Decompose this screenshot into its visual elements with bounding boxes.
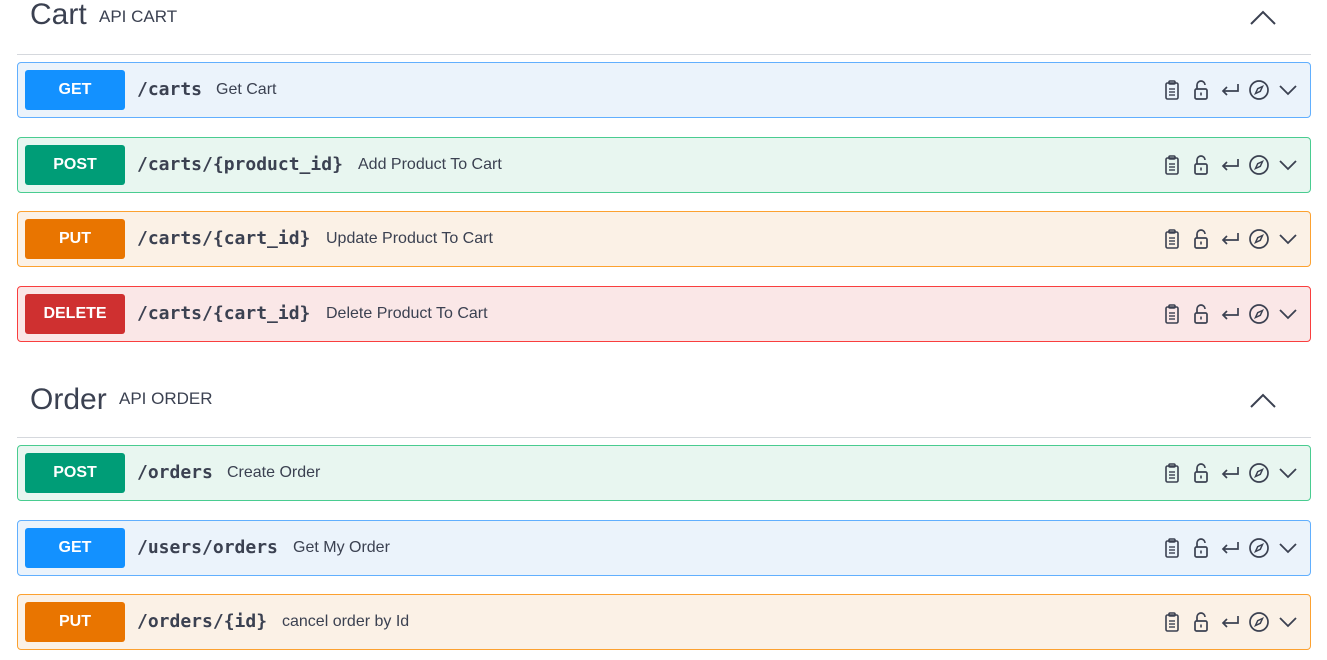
chevron-down-icon[interactable] [1276,610,1300,634]
clipboard-icon[interactable] [1160,536,1184,560]
method-badge: DELETE [25,294,125,334]
unlock-icon[interactable] [1189,227,1213,251]
compass-icon[interactable] [1247,227,1271,251]
section-description: API ORDER [119,389,213,408]
operation-post-carts-product[interactable]: POST /carts/{product_id} Add Product To … [17,137,1311,193]
clipboard-icon[interactable] [1160,461,1184,485]
section-description: API CART [99,7,178,26]
operation-post-orders[interactable]: POST /orders Create Order [17,445,1311,501]
method-badge: POST [25,453,125,493]
operation-summary: Get Cart [216,81,277,98]
method-badge: PUT [25,602,125,642]
return-icon[interactable] [1218,461,1242,485]
operation-path: /orders [137,462,213,483]
operation-put-orders-id[interactable]: PUT /orders/{id} cancel order by Id [17,594,1311,650]
return-icon[interactable] [1218,610,1242,634]
method-badge: PUT [25,219,125,259]
operation-actions [1160,78,1300,102]
return-icon[interactable] [1218,536,1242,560]
compass-icon[interactable] [1247,78,1271,102]
clipboard-icon[interactable] [1160,610,1184,634]
operation-put-carts-cart[interactable]: PUT /carts/{cart_id} Update Product To C… [17,211,1311,267]
operation-summary: Update Product To Cart [326,230,493,247]
operation-actions [1160,227,1300,251]
operation-actions [1160,461,1300,485]
section-cart: Cart API CART GET /carts Get Cart POST /… [17,0,1311,342]
chevron-down-icon[interactable] [1276,302,1300,326]
unlock-icon[interactable] [1189,153,1213,177]
chevron-down-icon[interactable] [1276,536,1300,560]
operation-actions [1160,153,1300,177]
chevron-down-icon[interactable] [1276,78,1300,102]
operation-path: /carts/{cart_id} [137,228,311,249]
clipboard-icon[interactable] [1160,78,1184,102]
section-title: Order [30,383,107,416]
unlock-icon[interactable] [1189,610,1213,634]
method-badge: GET [25,70,125,110]
compass-icon[interactable] [1247,461,1271,485]
unlock-icon[interactable] [1189,78,1213,102]
operation-summary: Add Product To Cart [358,156,502,173]
operation-get-carts[interactable]: GET /carts Get Cart [17,62,1311,118]
method-badge: POST [25,145,125,185]
return-icon[interactable] [1218,302,1242,326]
clipboard-icon[interactable] [1160,153,1184,177]
compass-icon[interactable] [1247,153,1271,177]
section-order: Order API ORDER POST /orders Create Orde… [17,383,1311,650]
section-header-cart[interactable]: Cart API CART [17,0,1311,55]
operation-actions [1160,610,1300,634]
chevron-down-icon[interactable] [1276,227,1300,251]
clipboard-icon[interactable] [1160,302,1184,326]
operation-summary: Get My Order [293,539,390,556]
operation-path: /carts [137,79,203,100]
chevron-down-icon[interactable] [1276,461,1300,485]
method-badge: GET [25,528,125,568]
chevron-down-icon[interactable] [1276,153,1300,177]
operation-path: /carts/{cart_id} [137,303,311,324]
section-header-order[interactable]: Order API ORDER [17,383,1311,438]
chevron-up-icon[interactable] [1245,383,1281,419]
return-icon[interactable] [1218,78,1242,102]
operation-actions [1160,536,1300,560]
operation-delete-carts-cart[interactable]: DELETE /carts/{cart_id} Delete Product T… [17,286,1311,342]
operation-summary: cancel order by Id [282,613,410,630]
compass-icon[interactable] [1247,536,1271,560]
return-icon[interactable] [1218,227,1242,251]
compass-icon[interactable] [1247,610,1271,634]
unlock-icon[interactable] [1189,302,1213,326]
unlock-icon[interactable] [1189,461,1213,485]
operation-summary: Delete Product To Cart [326,305,488,322]
operation-path: /orders/{id} [137,611,268,632]
compass-icon[interactable] [1247,302,1271,326]
operation-summary: Create Order [227,464,321,481]
chevron-up-icon[interactable] [1245,0,1281,36]
unlock-icon[interactable] [1189,536,1213,560]
section-title: Cart [30,0,87,31]
operation-path: /users/orders [137,537,278,558]
operation-get-users-orders[interactable]: GET /users/orders Get My Order [17,520,1311,576]
operation-path: /carts/{product_id} [137,154,343,175]
operation-actions [1160,302,1300,326]
clipboard-icon[interactable] [1160,227,1184,251]
return-icon[interactable] [1218,153,1242,177]
